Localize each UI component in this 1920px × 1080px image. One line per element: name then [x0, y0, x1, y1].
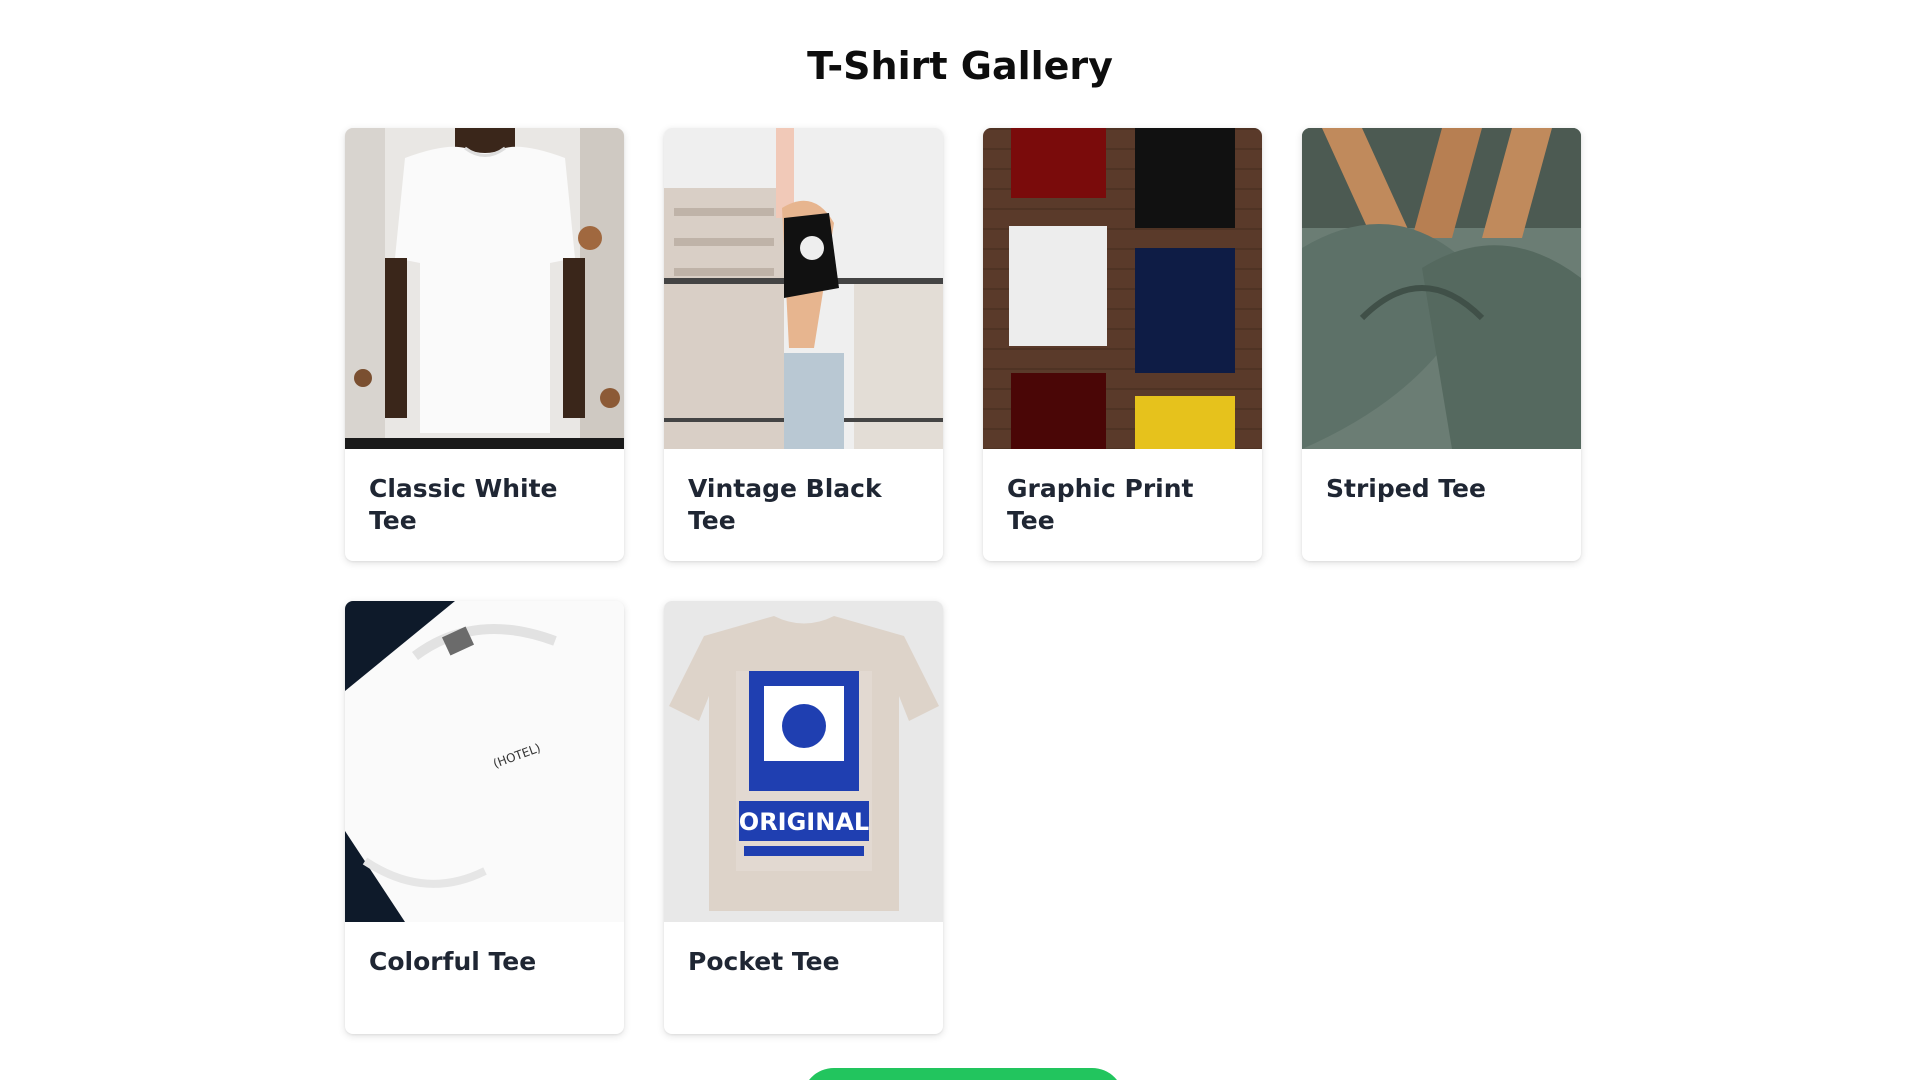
product-image: (HOTEL) — [345, 601, 624, 922]
product-card[interactable]: Vintage Black Tee — [664, 128, 943, 561]
product-image — [1302, 128, 1581, 449]
product-grid: Classic White Tee Vintage Black Tee Grap… — [345, 128, 1581, 1034]
graphic-original-text: ORIGINAL — [739, 808, 869, 836]
product-card[interactable]: Classic White Tee — [345, 128, 624, 561]
product-card[interactable]: Striped Tee — [1302, 128, 1581, 561]
product-image — [345, 128, 624, 449]
product-name: Pocket Tee — [688, 947, 840, 976]
gallery-page: T-Shirt Gallery Classic White Tee Vintag… — [0, 0, 1920, 1080]
product-name: Colorful Tee — [369, 947, 537, 976]
product-name: Classic White Tee — [369, 474, 558, 535]
primary-action-button[interactable] — [802, 1068, 1124, 1080]
product-card[interactable]: ORIGINAL Pocket Tee — [664, 601, 943, 1034]
product-card[interactable]: (HOTEL) Colorful Tee — [345, 601, 624, 1034]
product-card[interactable]: Graphic Print Tee — [983, 128, 1262, 561]
product-name: Vintage Black Tee — [688, 474, 882, 535]
product-name: Graphic Print Tee — [1007, 474, 1194, 535]
product-image — [983, 128, 1262, 449]
page-title: T-Shirt Gallery — [807, 44, 1113, 88]
product-image — [664, 128, 943, 449]
product-name: Striped Tee — [1326, 474, 1486, 503]
product-image: ORIGINAL — [664, 601, 943, 922]
